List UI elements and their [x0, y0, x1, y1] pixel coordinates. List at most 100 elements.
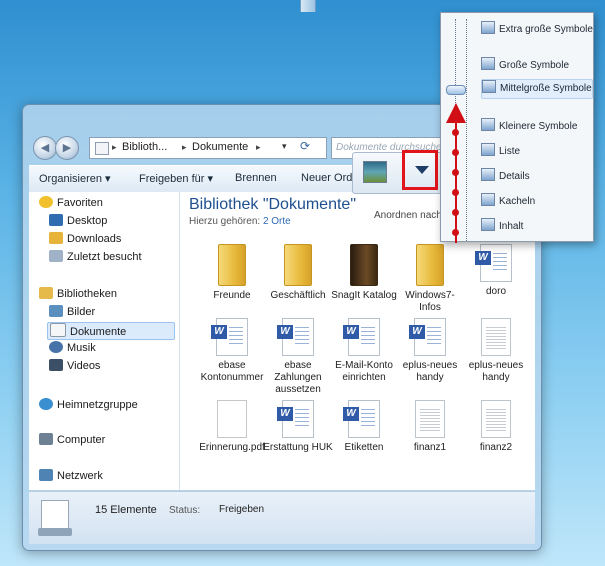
breadcrumb-separator-icon: ▸ — [182, 142, 187, 152]
computer-icon — [39, 433, 53, 445]
libraries-icon — [39, 287, 53, 299]
arrange-by[interactable]: Anordnen nach: — [374, 210, 445, 221]
view-menu-item[interactable]: Mittelgroße Symbole — [481, 79, 593, 99]
file-item[interactable]: W ebase Kontonummer — [197, 318, 267, 384]
library-title: Bibliothek "Dokumente" — [189, 196, 356, 213]
medium-icons-icon — [482, 80, 496, 93]
view-menu-item[interactable]: Details — [481, 168, 530, 186]
file-item[interactable]: W eplus-neues handy — [395, 318, 465, 384]
breadcrumb-libraries[interactable]: Biblioth... — [122, 141, 167, 153]
library-documents-icon — [38, 500, 72, 536]
sidebar-item-network[interactable]: Netzwerk — [39, 469, 103, 485]
sidebar-label: Dokumente — [70, 326, 127, 338]
address-bar[interactable]: ▸ Biblioth... ▸ Dokumente ▸ ▾ ⟳ — [89, 137, 327, 159]
sidebar-item-libraries[interactable]: Bibliotheken — [39, 287, 117, 303]
includes-label: Hierzu gehören: — [189, 216, 261, 227]
address-dropdown-icon[interactable]: ▾ — [282, 141, 287, 152]
view-menu-item[interactable]: Liste — [481, 143, 520, 161]
view-slider-thumb[interactable] — [446, 85, 466, 95]
refresh-icon[interactable]: ⟳ — [300, 139, 310, 153]
view-menu-item[interactable]: Große Symbole — [481, 57, 569, 75]
breadcrumb-separator-icon: ▸ — [256, 142, 261, 152]
file-name: Freunde — [213, 290, 251, 301]
sidebar-item-recent[interactable]: Zuletzt besucht — [49, 250, 142, 266]
navigation-pane: Favoriten Desktop Downloads Zuletzt besu… — [29, 192, 180, 490]
document-icon — [481, 318, 511, 356]
view-menu-item[interactable]: Extra große Symbole — [481, 21, 593, 39]
word-document-icon: W — [277, 400, 314, 438]
file-item[interactable]: finanz2 — [461, 400, 531, 454]
sidebar-label: Desktop — [67, 215, 108, 227]
file-item[interactable]: W ebase Zahlungen aussetzen — [263, 318, 333, 396]
sidebar-item-desktop[interactable]: Desktop — [49, 214, 107, 230]
arrow-dot-decoration — [452, 109, 459, 116]
sidebar-item-music[interactable]: Musik — [49, 341, 96, 357]
menu-item-label: Mittelgroße Symbole — [500, 83, 592, 94]
burn-button[interactable]: Brennen — [235, 172, 277, 184]
view-dropdown-button[interactable] — [402, 150, 438, 190]
library-header: Bibliothek "Dokumente" Hierzu gehören: 2… — [189, 196, 356, 227]
recent-places-icon — [49, 250, 63, 262]
file-item[interactable]: W Erstattung HUK — [263, 400, 333, 454]
document-icon — [415, 400, 445, 438]
sidebar-item-computer[interactable]: Computer — [39, 433, 105, 449]
file-name: finanz1 — [413, 442, 447, 453]
folder-icon — [284, 244, 312, 286]
file-item[interactable]: eplus-neues handy — [461, 318, 531, 384]
sidebar-label: Heimnetzgruppe — [57, 399, 138, 411]
sidebar-label: Computer — [57, 434, 106, 446]
includes-link[interactable]: 2 Orte — [263, 216, 291, 227]
sidebar-item-homegroup[interactable]: Heimnetzgruppe — [39, 398, 138, 414]
view-menu-item[interactable]: Kacheln — [481, 193, 535, 211]
file-item[interactable]: W doro — [461, 244, 531, 298]
share-button[interactable]: Freigeben für ▾ — [139, 172, 213, 185]
back-button[interactable]: ◀ — [33, 136, 57, 160]
file-name: ebase Zahlungen aussetzen — [274, 360, 322, 395]
file-name: Erstattung HUK — [263, 442, 333, 453]
file-name: finanz2 — [479, 442, 513, 453]
file-item[interactable]: W E-Mail-Konto einrichten — [329, 318, 399, 384]
breadcrumb-documents[interactable]: Dokumente — [192, 141, 248, 153]
file-item[interactable]: finanz1 — [395, 400, 465, 454]
arrow-dot-decoration — [452, 129, 459, 136]
change-view-icon[interactable] — [363, 161, 387, 183]
view-menu-item[interactable]: Kleinere Symbole — [481, 118, 577, 136]
large-icons-icon — [481, 57, 495, 70]
library-includes: Hierzu gehören: 2 Orte — [189, 216, 356, 227]
file-item[interactable]: SnagIt Katalog — [329, 244, 399, 302]
file-item[interactable]: Freunde — [197, 244, 267, 302]
word-document-icon: W — [409, 318, 446, 356]
file-item[interactable]: Erinnerung.pdf — [197, 400, 267, 454]
network-icon — [39, 469, 53, 481]
desktop-icon — [49, 214, 63, 226]
file-name: Erinnerung.pdf — [199, 442, 265, 453]
item-count: 15 Elemente — [95, 504, 157, 516]
arrow-dot-decoration — [452, 149, 459, 156]
arrow-dot-decoration — [452, 169, 459, 176]
organize-button[interactable]: Organisieren ▾ — [39, 172, 111, 185]
file-name: Etiketten — [344, 442, 384, 453]
file-item[interactable]: W Etiketten — [329, 400, 399, 454]
menu-item-label: Extra große Symbole — [499, 24, 593, 35]
view-menu-item[interactable]: Inhalt — [481, 218, 523, 236]
sidebar-item-favorites[interactable]: Favoriten — [39, 196, 103, 212]
file-name: ebase Kontonummer — [200, 360, 264, 383]
word-document-icon: W — [343, 318, 380, 356]
file-item[interactable]: Geschäftlich — [263, 244, 333, 302]
sidebar-label: Bibliotheken — [57, 288, 117, 300]
sidebar-label: Videos — [67, 360, 101, 372]
sidebar-item-documents[interactable]: Dokumente — [47, 322, 175, 340]
sidebar-item-videos[interactable]: Videos — [49, 359, 100, 375]
sidebar-item-pictures[interactable]: Bilder — [49, 305, 95, 321]
sidebar-label: Downloads — [67, 233, 122, 245]
menu-item-label: Details — [499, 171, 530, 182]
menu-item-label: Große Symbole — [499, 60, 570, 71]
forward-button[interactable]: ▶ — [55, 136, 79, 160]
file-name: doro — [485, 286, 506, 297]
sidebar-item-downloads[interactable]: Downloads — [49, 232, 121, 248]
word-document-icon: W — [277, 318, 314, 356]
details-pane: 15 Elemente Status: Freigeben — [29, 491, 535, 544]
file-name: E-Mail-Konto einrichten — [335, 360, 393, 383]
file-item[interactable]: Windows7-Infos — [395, 244, 465, 314]
file-name: SnagIt Katalog — [331, 290, 397, 301]
